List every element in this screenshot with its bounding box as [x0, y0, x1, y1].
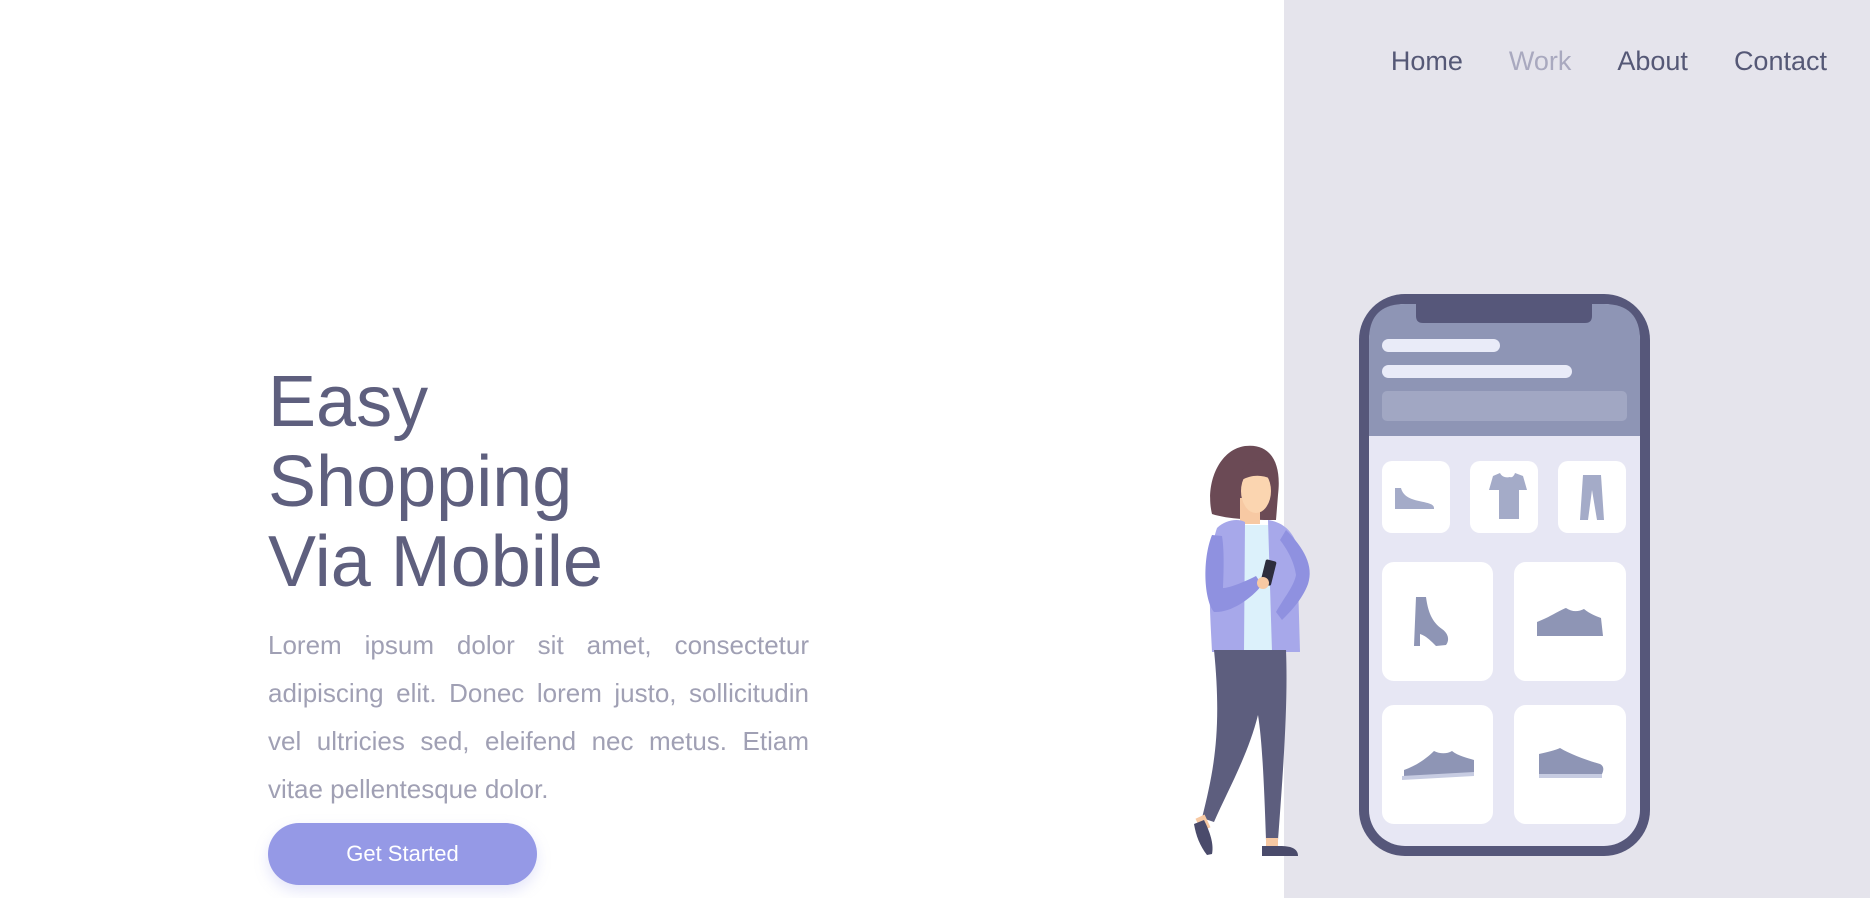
nav-link-work[interactable]: Work — [1509, 44, 1572, 78]
nav-link-contact[interactable]: Contact — [1734, 44, 1827, 78]
nav-link-about[interactable]: About — [1617, 44, 1688, 78]
hero-title-line-3: Via Mobile — [268, 522, 603, 602]
get-started-button[interactable]: Get Started — [268, 823, 537, 885]
nav-link-home[interactable]: Home — [1391, 44, 1463, 78]
hero-title: Easy Shopping Via Mobile — [268, 362, 809, 602]
main-navigation: Home Work About Contact — [1391, 44, 1827, 78]
right-panel-background — [1284, 0, 1870, 898]
page: Home Work About Contact Easy Shopping Vi… — [0, 0, 1870, 898]
hero-title-line-2: Shopping — [268, 442, 573, 522]
hero-section: Easy Shopping Via Mobile Lorem ipsum dol… — [268, 362, 809, 813]
hero-description: Lorem ipsum dolor sit amet, consectetur … — [268, 630, 809, 804]
hero-title-line-1: Easy — [268, 362, 429, 442]
